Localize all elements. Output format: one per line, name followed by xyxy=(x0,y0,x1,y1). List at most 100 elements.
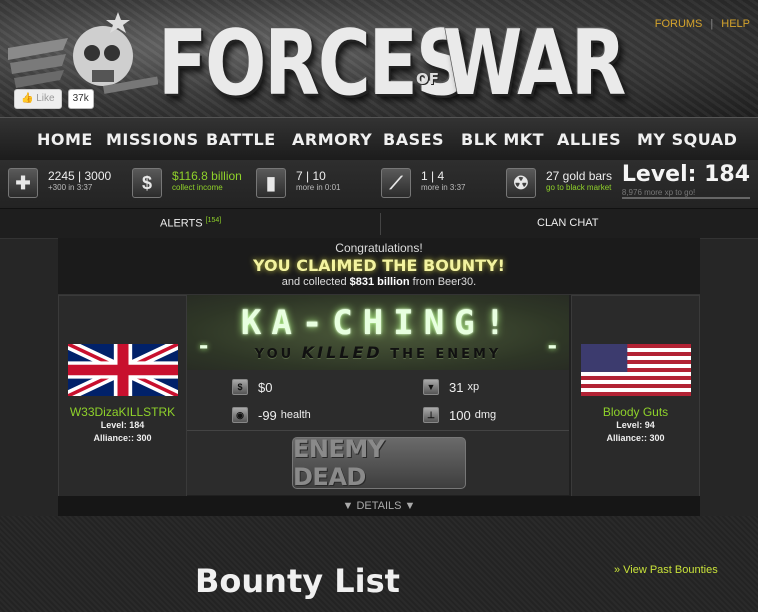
nav-blk-mkt[interactable]: BLK MKT xyxy=(461,130,544,149)
kaching-banner: KA-CHING! - - YOU KILLED THE ENEMY xyxy=(187,295,569,370)
reward-health-unit: health xyxy=(280,409,311,421)
stat-money: $ $116.8 billion collect income xyxy=(132,168,242,198)
player-level: Level: 184 xyxy=(100,420,145,430)
bounty-claimed-heading: YOU CLAIMED THE BOUNTY! xyxy=(253,256,505,275)
level-value: Level: 184 xyxy=(621,162,750,187)
enemy-name[interactable]: Bloody Guts xyxy=(572,405,699,419)
gold-value: 27 gold bars xyxy=(546,169,613,183)
energy-value: 7 | 10 xyxy=(296,169,326,183)
gold-icon: ☢ xyxy=(506,168,536,198)
battle-result-panel: Congratulations! YOU CLAIMED THE BOUNTY!… xyxy=(58,238,700,516)
player-name[interactable]: W33DizaKILLSTRK xyxy=(59,405,186,419)
reward-xp-unit: xp xyxy=(467,381,480,393)
like-button[interactable]: 👍 Like xyxy=(14,89,62,109)
level-display: Level: 184 8,976 more xp to go! xyxy=(621,162,750,199)
reward-health-value: -99 xyxy=(258,407,277,423)
collected-prefix: and collected xyxy=(281,276,347,288)
stat-ammo: ⟋ 1 | 4 more in 3:37 xyxy=(381,168,465,198)
alerts-chat-tabs: ALERTS [154] CLAN CHAT xyxy=(0,209,758,239)
reward-xp-value: 31 xyxy=(449,379,464,395)
energy-icon: ▮ xyxy=(256,168,286,198)
logo-text-war: WAR xyxy=(443,10,626,115)
collected-text: and collected $831 billion from Beer30. xyxy=(58,276,700,288)
details-toggle[interactable]: ▼ DETAILS ▼ xyxy=(58,496,700,516)
reward-money: $ $0 xyxy=(232,379,272,395)
stats-bar: ✚ 2245 | 3000 +300 in 3:37 $ $116.8 bill… xyxy=(0,160,758,209)
congrats-text: Congratulations! xyxy=(335,241,423,255)
enemy-alliance: Alliance:: 300 xyxy=(606,433,665,443)
bounty-list-title: Bounty List xyxy=(195,562,400,600)
bounty-claimed-banner: Congratulations! YOU CLAIMED THE BOUNTY!… xyxy=(58,238,700,295)
uk-flag-icon xyxy=(65,339,180,401)
forums-link[interactable]: FORUMS xyxy=(655,18,703,30)
reward-money-value: $0 xyxy=(258,379,273,395)
xp-to-go: 8,976 more xp to go! xyxy=(621,188,750,199)
nav-battle[interactable]: BATTLE xyxy=(206,130,276,149)
dollar-icon: $ xyxy=(132,168,162,198)
enemy-dead-button[interactable]: ENEMY DEAD xyxy=(292,435,466,491)
player-card: W33DizaKILLSTRK Level: 184 Alliance:: 30… xyxy=(58,295,187,497)
tab-divider xyxy=(380,213,381,235)
killed-enemy-text: YOU KILLED THE ENEMY xyxy=(187,343,569,362)
damage-icon: ⊥ xyxy=(423,407,439,423)
alerts-count-badge: [154] xyxy=(205,217,222,224)
reward-damage: ⊥ 100 dmg xyxy=(423,407,496,423)
dollar-icon: $ xyxy=(232,379,248,395)
health-value: 2245 | 3000 xyxy=(48,169,112,183)
collected-amount: $831 billion xyxy=(349,276,410,288)
enemy-card: Bloody Guts Level: 94 Alliance:: 300 xyxy=(571,295,700,497)
view-past-bounties-link[interactable]: » View Past Bounties xyxy=(614,564,718,576)
site-header: FORCES OF WAR FORUMS | HELP 👍 Like 37k xyxy=(0,0,758,117)
stat-health: ✚ 2245 | 3000 +300 in 3:37 xyxy=(8,168,111,198)
nav-my-squad[interactable]: MY SQUAD xyxy=(637,130,737,149)
like-count: 37k xyxy=(67,89,94,109)
tab-alerts-label: ALERTS xyxy=(160,217,203,230)
reward-xp: ▼ 31 xp xyxy=(423,379,479,395)
logo-text-forces: FORCES xyxy=(158,10,468,115)
top-links-divider: | xyxy=(710,18,714,30)
black-market-link[interactable]: go to black market xyxy=(546,183,612,193)
xp-icon: ▼ xyxy=(423,379,439,395)
logo-text-of: OF xyxy=(416,70,439,88)
us-flag-icon xyxy=(580,344,691,396)
nav-home[interactable]: HOME xyxy=(37,130,93,149)
bounty-section: Bounty List » View Past Bounties xyxy=(0,516,758,612)
stat-gold: ☢ 27 gold bars go to black market xyxy=(506,168,612,198)
summary-divider xyxy=(187,430,569,431)
stat-energy: ▮ 7 | 10 more in 0:01 xyxy=(256,168,340,198)
kaching-title: KA-CHING! xyxy=(240,303,516,343)
reward-damage-value: 100 xyxy=(449,407,471,423)
nav-bases[interactable]: BASES xyxy=(383,130,444,149)
view-past-bounties-label: View Past Bounties xyxy=(623,564,718,576)
medic-cross-icon: ✚ xyxy=(8,168,38,198)
like-label: Like xyxy=(36,93,55,104)
reward-health: ◉ -99 health xyxy=(232,407,311,423)
money-value: $116.8 billion xyxy=(172,169,242,183)
like-widget: 👍 Like 37k xyxy=(14,89,94,109)
double-chevron-right-icon: » xyxy=(614,564,621,576)
battle-summary: KA-CHING! - - YOU KILLED THE ENEMY $ $0 ▼… xyxy=(187,295,569,495)
nav-allies[interactable]: ALLIES xyxy=(557,130,621,149)
ammo-regen: more in 3:37 xyxy=(421,183,466,192)
enemy-level: Level: 94 xyxy=(616,420,655,430)
killed-text-you: YOU xyxy=(254,347,295,362)
player-alliance: Alliance:: 300 xyxy=(93,433,152,443)
main-nav: HOME MISSIONS BATTLE ARMORY BASES BLK MK… xyxy=(0,117,758,161)
nav-missions[interactable]: MISSIONS xyxy=(106,130,199,149)
help-link[interactable]: HELP xyxy=(721,18,750,30)
collect-income-link[interactable]: collect income xyxy=(172,183,242,193)
nav-armory[interactable]: ARMORY xyxy=(292,130,372,149)
tab-alerts[interactable]: ALERTS [154] xyxy=(160,217,221,230)
reward-damage-unit: dmg xyxy=(474,409,497,421)
health-regen: +300 in 3:37 xyxy=(48,183,93,192)
tab-clan-chat[interactable]: CLAN CHAT xyxy=(537,217,599,229)
killed-text-killed: KILLED xyxy=(301,343,383,362)
ammo-icon: ⟋ xyxy=(381,168,411,198)
health-icon: ◉ xyxy=(232,407,248,423)
ammo-value: 1 | 4 xyxy=(421,169,445,183)
thumb-up-icon: 👍 xyxy=(21,93,34,104)
energy-regen: more in 0:01 xyxy=(296,183,341,192)
killed-text-enemy: THE ENEMY xyxy=(390,347,502,362)
collected-from: from Beer30. xyxy=(412,276,477,288)
top-links: FORUMS | HELP xyxy=(655,18,750,30)
